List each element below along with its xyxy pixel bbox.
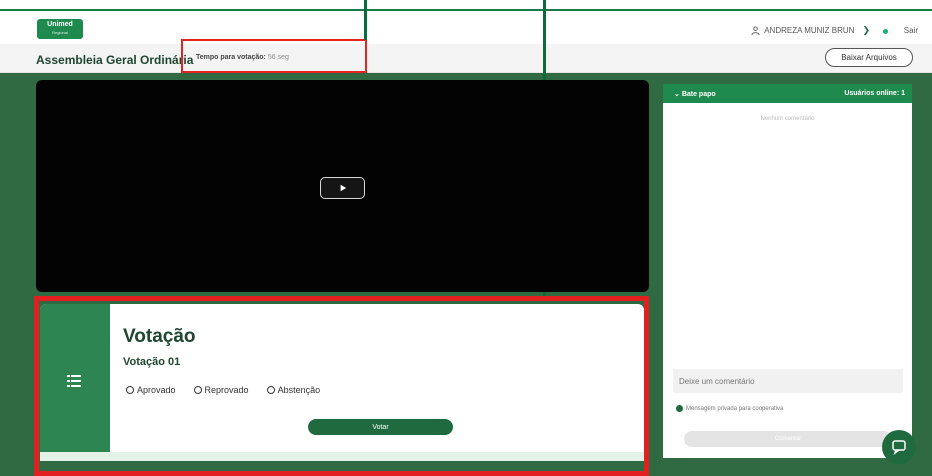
- chat-bubble-icon: [892, 440, 906, 455]
- chat-header[interactable]: ⌄ Bate papo Usuários online: 1: [663, 84, 912, 103]
- list-icon: [67, 375, 81, 387]
- voting-card: Votação Votação 01 Aprovado Reprovado Ab…: [40, 304, 644, 459]
- callout-line-timer: [364, 0, 367, 40]
- title-bar: Assembleia Geral Ordinária Baixar Arquiv…: [0, 44, 932, 73]
- play-icon: [340, 184, 346, 192]
- logout-link[interactable]: Sair: [904, 26, 918, 35]
- user-name: ANDREZA MUNIZ BRUN: [764, 26, 855, 35]
- download-files-button[interactable]: Baixar Arquivos: [825, 48, 913, 67]
- chat-bubble-button[interactable]: [882, 430, 916, 464]
- private-message-label: Mensagem privada para cooperativa: [686, 405, 784, 412]
- radio-icon[interactable]: [126, 386, 134, 394]
- comment-input[interactable]: Deixe um comentário: [673, 369, 903, 393]
- online-users-count: Usuários online: 1: [844, 90, 905, 97]
- private-message-toggle[interactable]: Mensagem privada para cooperativa: [676, 405, 783, 412]
- timer-highlight-box: [181, 39, 367, 73]
- card-footer-wave: [40, 452, 644, 461]
- user-menu[interactable]: ANDREZA MUNIZ BRUN ❯: [751, 25, 870, 36]
- voting-title: Votação: [123, 326, 196, 347]
- radio-icon[interactable]: [266, 386, 275, 394]
- voting-subtitle: Votação 01: [123, 356, 181, 368]
- unimed-logo[interactable]: Unimed Regional: [37, 19, 83, 39]
- vote-button[interactable]: Votar: [308, 419, 453, 435]
- header: Unimed Regional ANDREZA MUNIZ BRUN ❯ Sai…: [0, 11, 932, 44]
- chevron-down-icon[interactable]: ❯: [862, 25, 870, 36]
- page-title: Assembleia Geral Ordinária: [36, 53, 194, 67]
- voting-sidebar: [40, 304, 110, 459]
- empty-comments-text: Nenhum comentário: [760, 116, 815, 122]
- option-aprovado[interactable]: Aprovado: [126, 385, 176, 395]
- radio-icon[interactable]: [193, 386, 202, 394]
- chevron-down-icon[interactable]: ⌄: [674, 91, 682, 98]
- online-status-icon: [883, 29, 888, 34]
- comment-button[interactable]: Comentar: [684, 431, 892, 447]
- chat-title: Bate papo: [681, 91, 716, 98]
- check-icon[interactable]: [676, 405, 683, 412]
- chat-panel: ⌄ Bate papo Usuários online: 1 Nenhum co…: [663, 84, 912, 458]
- option-reprovado[interactable]: Reprovado: [193, 385, 249, 395]
- person-icon: [751, 26, 760, 35]
- option-abstencao[interactable]: Abstenção: [266, 385, 320, 395]
- play-button[interactable]: [320, 177, 365, 199]
- vote-options: Aprovado Reprovado Abstenção: [126, 385, 320, 395]
